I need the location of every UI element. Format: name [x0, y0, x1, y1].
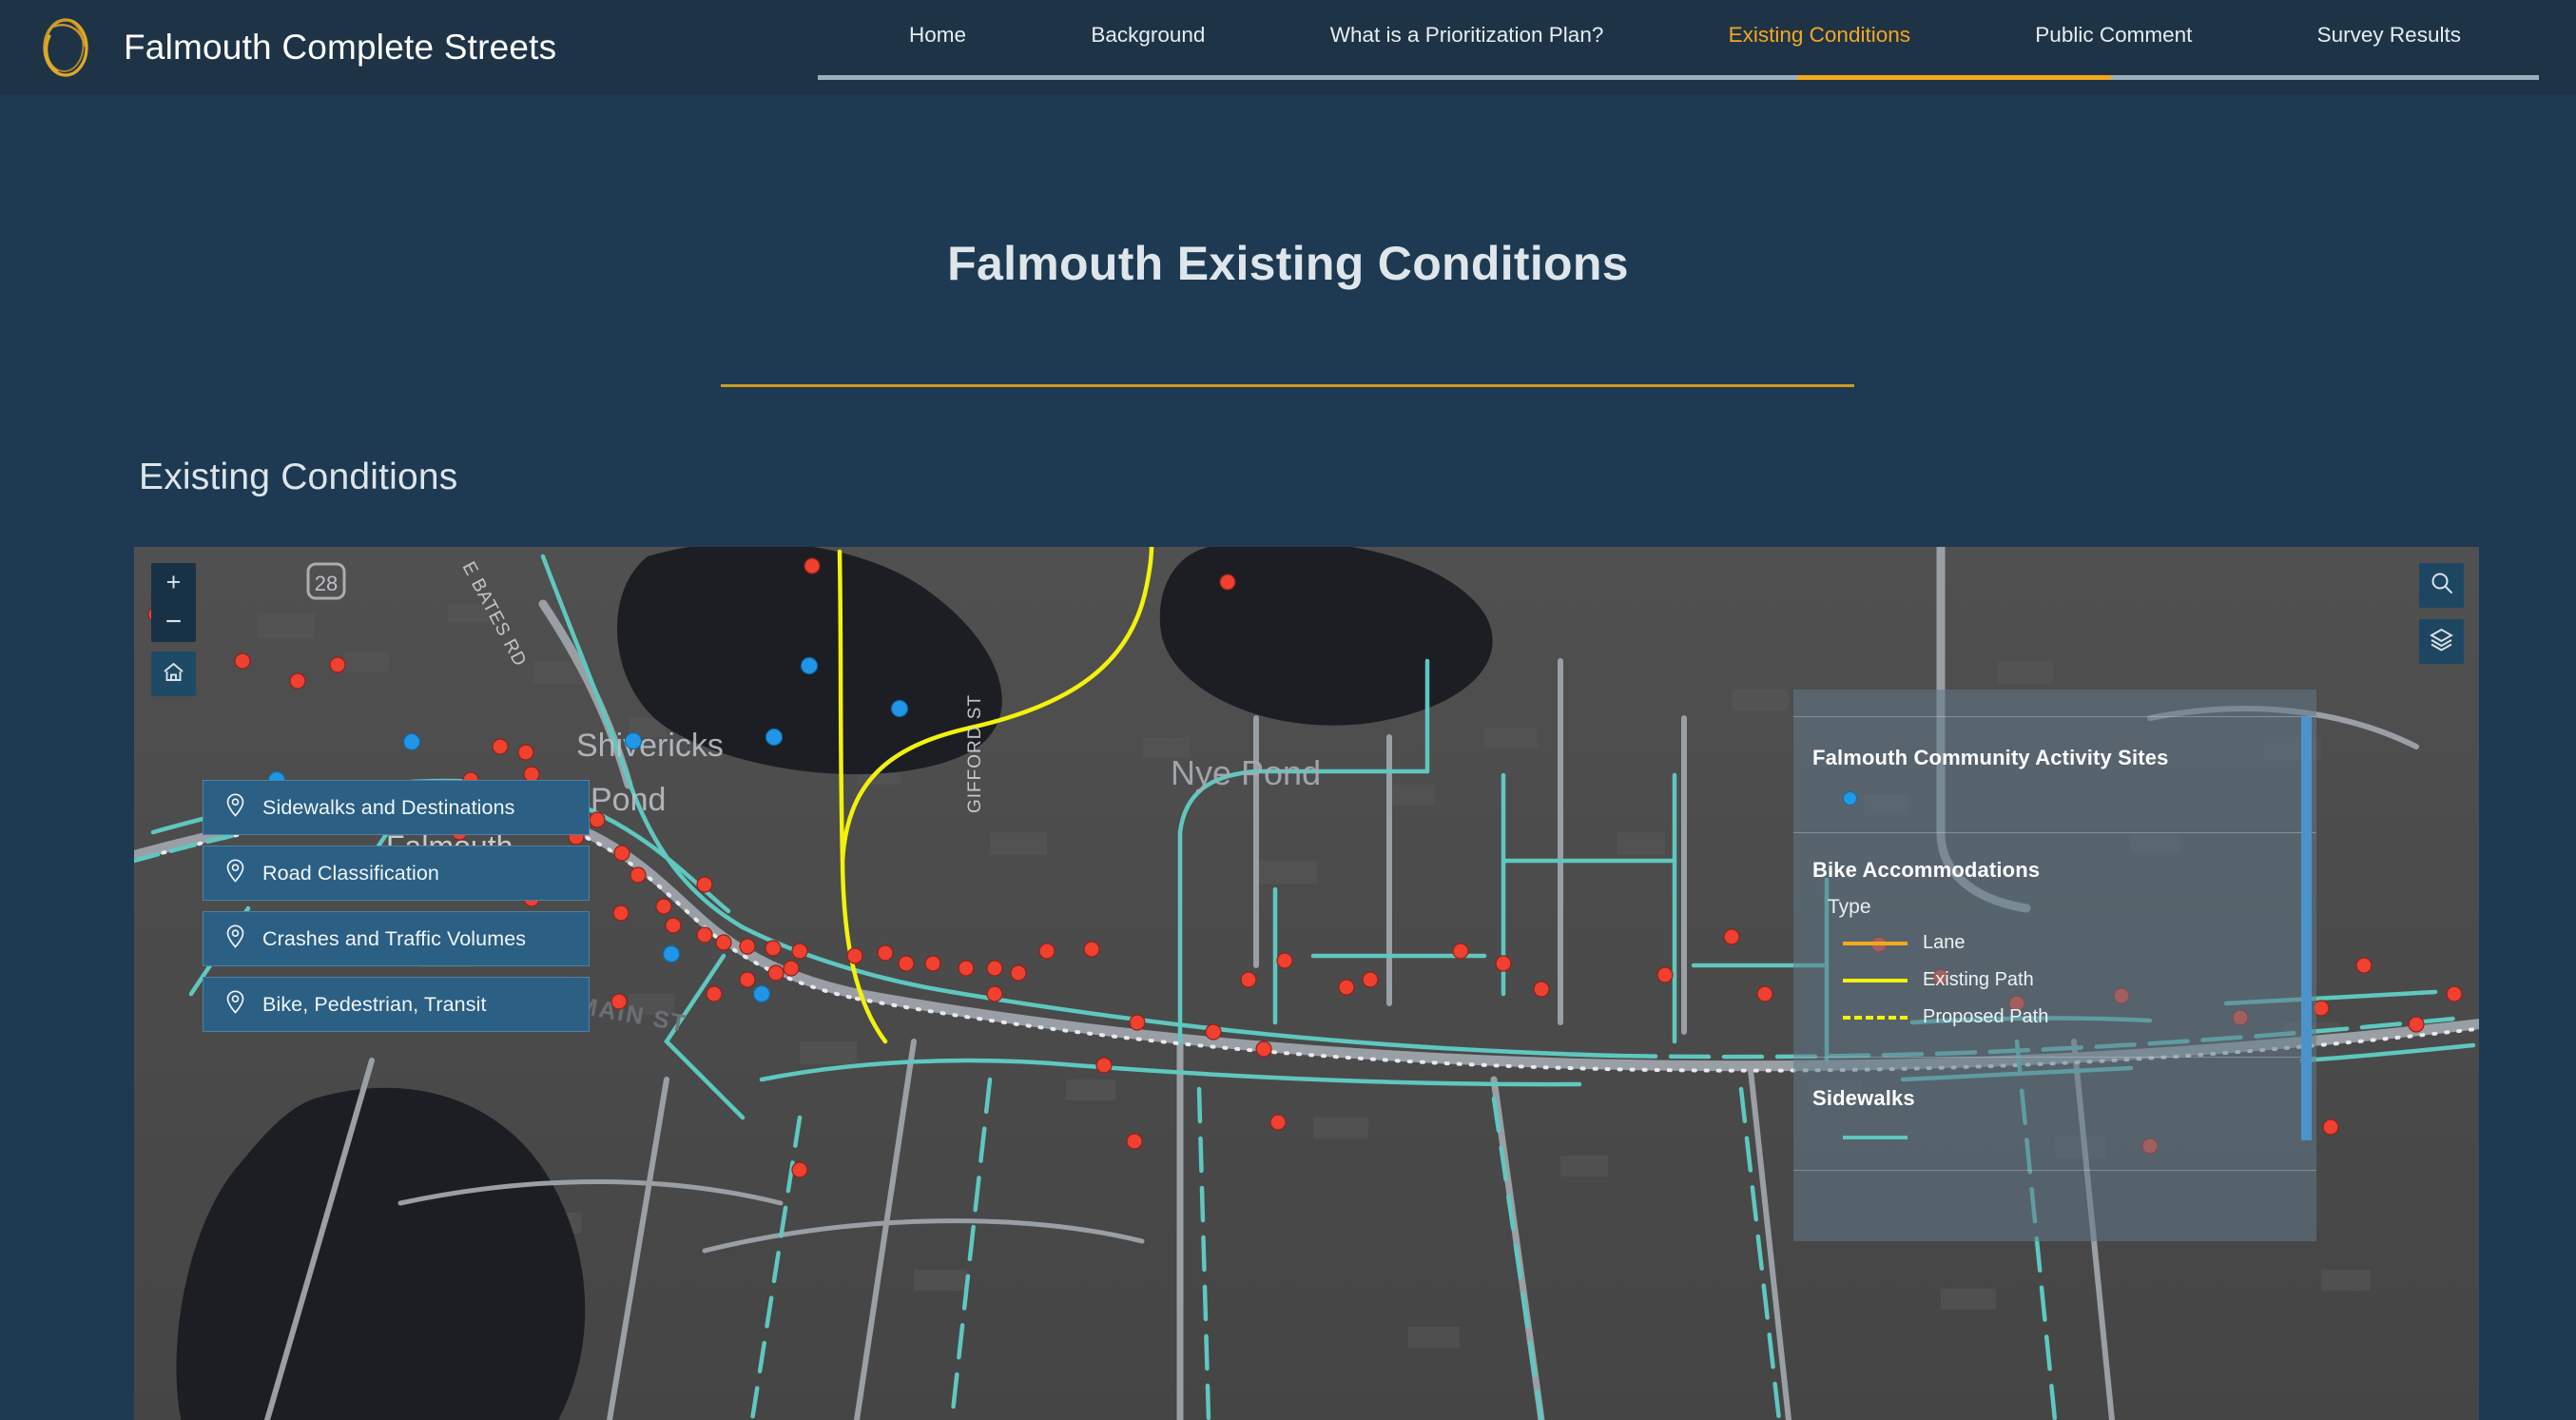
map-pin-icon [225, 859, 245, 887]
layer-button-sidewalks-and-destinations[interactable]: Sidewalks and Destinations [203, 780, 590, 835]
layer-button-road-classification[interactable]: Road Classification [203, 846, 590, 901]
legend-section-bike-accommodations: Bike Accommodations Type Lane Existing P… [1793, 833, 2316, 1057]
map-pin-icon [225, 793, 245, 822]
map-legend-panel[interactable]: Falmouth Community Activity Sites Bike A… [1793, 690, 2316, 1241]
legend-divider [1793, 1170, 2316, 1171]
zoom-controls: + − [151, 563, 196, 642]
legend-section-sidewalks: Sidewalks [1793, 1058, 2316, 1170]
svg-text:Nye Pond: Nye Pond [1171, 753, 1321, 792]
brand-title: Falmouth Complete Streets [124, 28, 557, 67]
home-button[interactable] [151, 652, 196, 696]
nav-item-existing-conditions[interactable]: Existing Conditions [1729, 24, 1910, 47]
legend-scrollbar[interactable] [2301, 717, 2312, 1140]
layer-button-crashes-and-traffic-volumes[interactable]: Crashes and Traffic Volumes [203, 911, 590, 966]
page-title: Falmouth Existing Conditions [947, 237, 1629, 290]
legend-symbol-lane-line [1843, 941, 1908, 945]
search-button[interactable] [2419, 563, 2464, 608]
svg-text:Shivericks: Shivericks [576, 728, 724, 764]
layers-button[interactable] [2419, 619, 2464, 664]
legend-symbol-sidewalk-line [1843, 1136, 1908, 1139]
section-heading: Existing Conditions [139, 457, 458, 497]
layers-icon [2429, 627, 2454, 656]
nav-item-prioritization-plan[interactable]: What is a Prioritization Plan? [1330, 24, 1604, 47]
legend-row-label: Existing Path [1923, 969, 2034, 990]
layer-button-label: Crashes and Traffic Volumes [262, 926, 527, 950]
brand[interactable]: Falmouth Complete Streets [0, 15, 556, 80]
layer-button-label: Bike, Pedestrian, Transit [262, 992, 487, 1016]
legend-row-label: Lane [1923, 932, 1966, 953]
legend-section-subtitle: Type [1828, 896, 1871, 918]
layer-button-bike-pedestrian-transit[interactable]: Bike, Pedestrian, Transit [203, 977, 590, 1032]
legend-inner: Falmouth Community Activity Sites Bike A… [1793, 690, 2316, 1241]
nav-items: Home Background What is a Prioritization… [818, 0, 2539, 70]
map-tools [2419, 563, 2464, 664]
legend-row-lane: Lane [1812, 932, 2316, 954]
svg-text:28: 28 [315, 572, 338, 595]
legend-symbol-existing-path-line [1843, 978, 1908, 982]
main-nav: Home Background What is a Prioritization… [818, 0, 2539, 95]
svg-text:Pond: Pond [591, 782, 666, 818]
legend-row-proposed-path: Proposed Path [1812, 1006, 2316, 1028]
nav-item-public-comment[interactable]: Public Comment [2035, 24, 2192, 47]
legend-row-existing-path: Existing Path [1812, 969, 2316, 991]
nav-active-underline [1797, 75, 2111, 80]
map-pin-icon [225, 924, 245, 953]
legend-section-title: Sidewalks [1812, 1086, 1915, 1110]
svg-text:GIFFORD ST: GIFFORD ST [965, 694, 985, 813]
zoom-in-button[interactable]: + [151, 563, 196, 603]
legend-section-title: Bike Accommodations [1812, 858, 2041, 882]
map-pin-icon [225, 990, 245, 1019]
legend-section-title: Falmouth Community Activity Sites [1812, 746, 2169, 769]
legend-symbol-activity-dot [1843, 791, 1857, 806]
layer-button-list: Sidewalks and Destinations Road Classifi… [203, 780, 590, 1032]
home-icon [162, 661, 185, 688]
page-title-rule [721, 384, 1854, 387]
search-icon [2430, 571, 2454, 600]
nav-item-home[interactable]: Home [909, 24, 966, 47]
nav-underline [818, 75, 2539, 80]
legend-symbol-proposed-path-dashed [1843, 1015, 1908, 1020]
gold-ring-logo-icon [36, 15, 95, 80]
legend-section-activity-sites: Falmouth Community Activity Sites [1793, 717, 2316, 832]
zoom-out-button[interactable]: − [151, 603, 196, 643]
legend-row-label: Proposed Path [1923, 1006, 2049, 1027]
layer-button-label: Sidewalks and Destinations [262, 795, 515, 819]
nav-item-survey-results[interactable]: Survey Results [2317, 24, 2461, 47]
layer-button-label: Road Classification [262, 861, 439, 885]
site-header: Falmouth Complete Streets Home Backgroun… [0, 0, 2576, 95]
nav-item-background[interactable]: Background [1091, 24, 1205, 47]
map-container[interactable]: Shivericks Pond Nye Pond Falmouth E BATE… [134, 547, 2479, 1420]
